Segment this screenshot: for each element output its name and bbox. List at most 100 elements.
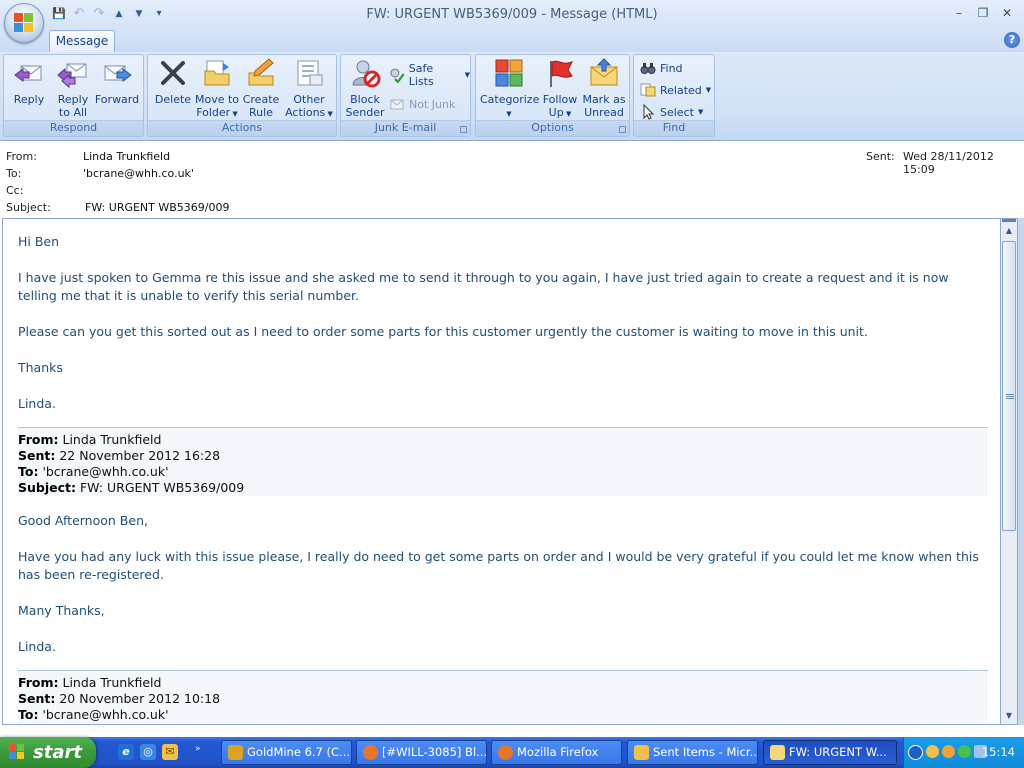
other-actions-icon <box>297 60 323 86</box>
mark-as-label-2: Unread <box>584 106 624 119</box>
q1-subject-label: Subject: <box>18 480 76 495</box>
not-junk-label: Not Junk <box>409 97 456 111</box>
outlook-quick-icon[interactable]: ✉ <box>162 744 178 760</box>
message-body[interactable]: Hi Ben I have just spoken to Gemma re th… <box>2 218 1000 725</box>
q2-sent-label: Sent: <box>18 691 56 706</box>
to-value[interactable]: 'bcrane@whh.co.uk' <box>83 167 194 180</box>
options-group-label: Options <box>476 120 629 136</box>
related-button[interactable]: Related ▼ <box>640 81 711 99</box>
window-title: FW: URGENT WB5369/009 - Message (HTML) <box>366 7 658 22</box>
from-label: From: <box>6 150 37 163</box>
q1-sent-label: Sent: <box>18 448 56 463</box>
reply-all-button[interactable]: Reply to All <box>52 57 94 119</box>
task-will-3085[interactable]: [#WILL-3085] Bl... <box>356 740 487 765</box>
window-controls: – ❐ ✕ <box>948 4 1018 22</box>
junk-email-group: Block Sender Safe Lists ▼ Not Junk Junk E… <box>340 54 471 137</box>
tab-message[interactable]: Message <box>49 30 115 52</box>
follow-up-arrow-icon: ▼ <box>563 110 572 118</box>
subject-label: Subject: <box>6 201 51 214</box>
move-to-label-1: Move to <box>194 93 240 106</box>
reply-button[interactable]: Reply <box>8 57 50 106</box>
message-content: Hi Ben I have just spoken to Gemma re th… <box>18 233 988 724</box>
tray-expand-icon[interactable] <box>908 745 923 760</box>
help-button[interactable]: ? <box>1004 32 1020 48</box>
start-button[interactable]: start <box>0 737 96 768</box>
task-goldmine-label: GoldMine 6.7 (C... <box>247 745 351 759</box>
move-to-folder-button[interactable]: Move to Folder ▼ <box>194 57 240 121</box>
other-actions-button[interactable]: Other Actions ▼ <box>284 57 334 121</box>
quoted-header-2: From: Linda Trunkfield Sent: 20 November… <box>18 670 988 723</box>
junk-dialog-launcher-icon[interactable] <box>460 126 467 133</box>
safe-lists-icon <box>390 68 405 83</box>
create-rule-label-1: Create <box>242 93 280 106</box>
task-will-label: [#WILL-3085] Bl... <box>382 745 487 759</box>
scroll-grip-icon <box>1006 394 1014 400</box>
title-bar: 💾 ↶ ↷ ▲ ▼ ▾ FW: URGENT WB5369/009 - Mess… <box>0 0 1024 43</box>
q1-to-label: To: <box>18 464 39 479</box>
scroll-down-arrow-icon[interactable]: ▼ <box>1001 708 1017 724</box>
tray-outlook-icon[interactable] <box>926 745 939 758</box>
restore-button[interactable]: ❐ <box>972 4 994 22</box>
ie-alt-icon[interactable]: ◎ <box>140 744 156 760</box>
options-group: Categorize ▼ Follow Up ▼ Mark as Unread … <box>475 54 630 137</box>
respond-group-label: Respond <box>4 120 143 136</box>
block-sender-label-2: Sender <box>345 106 385 119</box>
firefox-icon <box>363 745 378 760</box>
follow-up-flag-icon <box>550 60 574 87</box>
q2-from-label: From: <box>18 675 59 690</box>
reply-all-label-1: Reply <box>57 93 89 106</box>
create-rule-button[interactable]: Create Rule <box>240 57 282 119</box>
quick-launch-chevron-icon[interactable]: » <box>195 744 201 754</box>
task-fw-urgent[interactable]: FW: URGENT W... <box>763 740 897 765</box>
from-value[interactable]: Linda Trunkfield <box>83 150 170 163</box>
follow-up-button[interactable]: Follow Up ▼ <box>540 57 580 121</box>
system-tray: 15:14 <box>903 737 1024 768</box>
reply-label: Reply <box>13 93 45 106</box>
close-button[interactable]: ✕ <box>996 4 1018 22</box>
task-firefox[interactable]: Mozilla Firefox <box>491 740 622 765</box>
binoculars-icon <box>640 63 656 74</box>
actions-group: Delete Move to Folder ▼ Create Rule Othe… <box>147 54 337 137</box>
find-button[interactable]: Find <box>640 59 683 77</box>
scrollbar-thumb[interactable] <box>1002 241 1016 531</box>
move-dropdown-arrow-icon: ▼ <box>230 110 238 118</box>
thanks-text: Thanks <box>18 360 63 375</box>
options-dialog-launcher-icon[interactable] <box>619 126 626 133</box>
clock: 15:14 <box>981 745 1015 759</box>
q2-sent: 20 November 2012 10:18 <box>59 691 221 706</box>
outlook-icon <box>634 745 649 760</box>
tray-green-icon[interactable] <box>958 745 971 758</box>
select-button[interactable]: Select ▼ <box>640 103 703 121</box>
sent-label: Sent: <box>866 150 895 163</box>
delete-button[interactable]: Delete <box>152 57 194 106</box>
scroll-up-arrow-icon[interactable]: ▲ <box>1001 223 1017 239</box>
block-sender-label-1: Block <box>350 93 380 106</box>
quoted-header-1: From: Linda Trunkfield Sent: 22 November… <box>18 427 988 496</box>
related-icon <box>640 83 656 97</box>
move-folder-icon <box>204 60 230 86</box>
categorize-button[interactable]: Categorize ▼ <box>480 57 540 121</box>
greeting-2-text: Good Afternoon Ben, <box>18 513 148 528</box>
message-header: From: Linda Trunkfield To: 'bcrane@whh.c… <box>0 141 1024 217</box>
safe-lists-button[interactable]: Safe Lists ▼ <box>389 62 470 88</box>
body-paragraph-1: I have just spoken to Gemma re this issu… <box>18 270 949 303</box>
scrollbar-split-marker <box>1002 219 1016 222</box>
windows-flag-icon <box>9 744 25 760</box>
not-junk-button[interactable]: Not Junk <box>389 95 455 113</box>
ie-icon[interactable]: e <box>118 744 134 760</box>
block-sender-button[interactable]: Block Sender <box>343 57 387 119</box>
office-button[interactable] <box>4 3 44 43</box>
to-label: To: <box>6 167 22 180</box>
start-label: start <box>33 742 82 763</box>
task-sent-items[interactable]: Sent Items - Micr... <box>627 740 758 765</box>
vertical-scrollbar[interactable]: ▲ ▼ <box>1000 218 1018 725</box>
forward-button[interactable]: Forward <box>94 57 140 106</box>
q1-subject: FW: URGENT WB5369/009 <box>79 480 245 495</box>
task-goldmine[interactable]: GoldMine 6.7 (C... <box>221 740 352 765</box>
categorize-label: Categorize <box>480 93 540 106</box>
minimize-button[interactable]: – <box>948 4 970 22</box>
q1-to: 'bcrane@whh.co.uk' <box>42 464 169 479</box>
mark-as-unread-button[interactable]: Mark as Unread <box>582 57 626 119</box>
tray-update-icon[interactable] <box>942 745 955 758</box>
respond-group: Reply Reply to All Forward Respond <box>3 54 144 137</box>
